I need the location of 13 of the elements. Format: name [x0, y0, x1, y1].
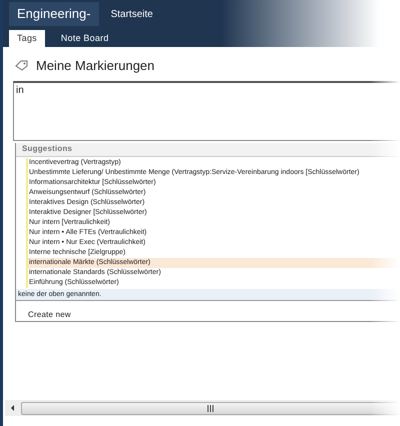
- tag-icon: [15, 60, 28, 72]
- horizontal-scrollbar[interactable]: [5, 400, 400, 416]
- grip-icon: [207, 404, 214, 412]
- tag-input-field[interactable]: in: [13, 80, 400, 140]
- create-new-link[interactable]: Create new: [28, 310, 71, 318]
- tab[interactable]: Note Board: [52, 30, 117, 47]
- site-title[interactable]: Engineering-: [9, 2, 99, 26]
- tab[interactable]: Tags: [9, 30, 45, 47]
- home-link[interactable]: Startseite: [110, 6, 153, 22]
- input-value: in: [16, 84, 24, 96]
- suggestions-header: Suggestions: [16, 142, 400, 156]
- scrollbar-thumb[interactable]: [21, 402, 400, 414]
- section-heading: Meine Markierungen: [36, 57, 155, 75]
